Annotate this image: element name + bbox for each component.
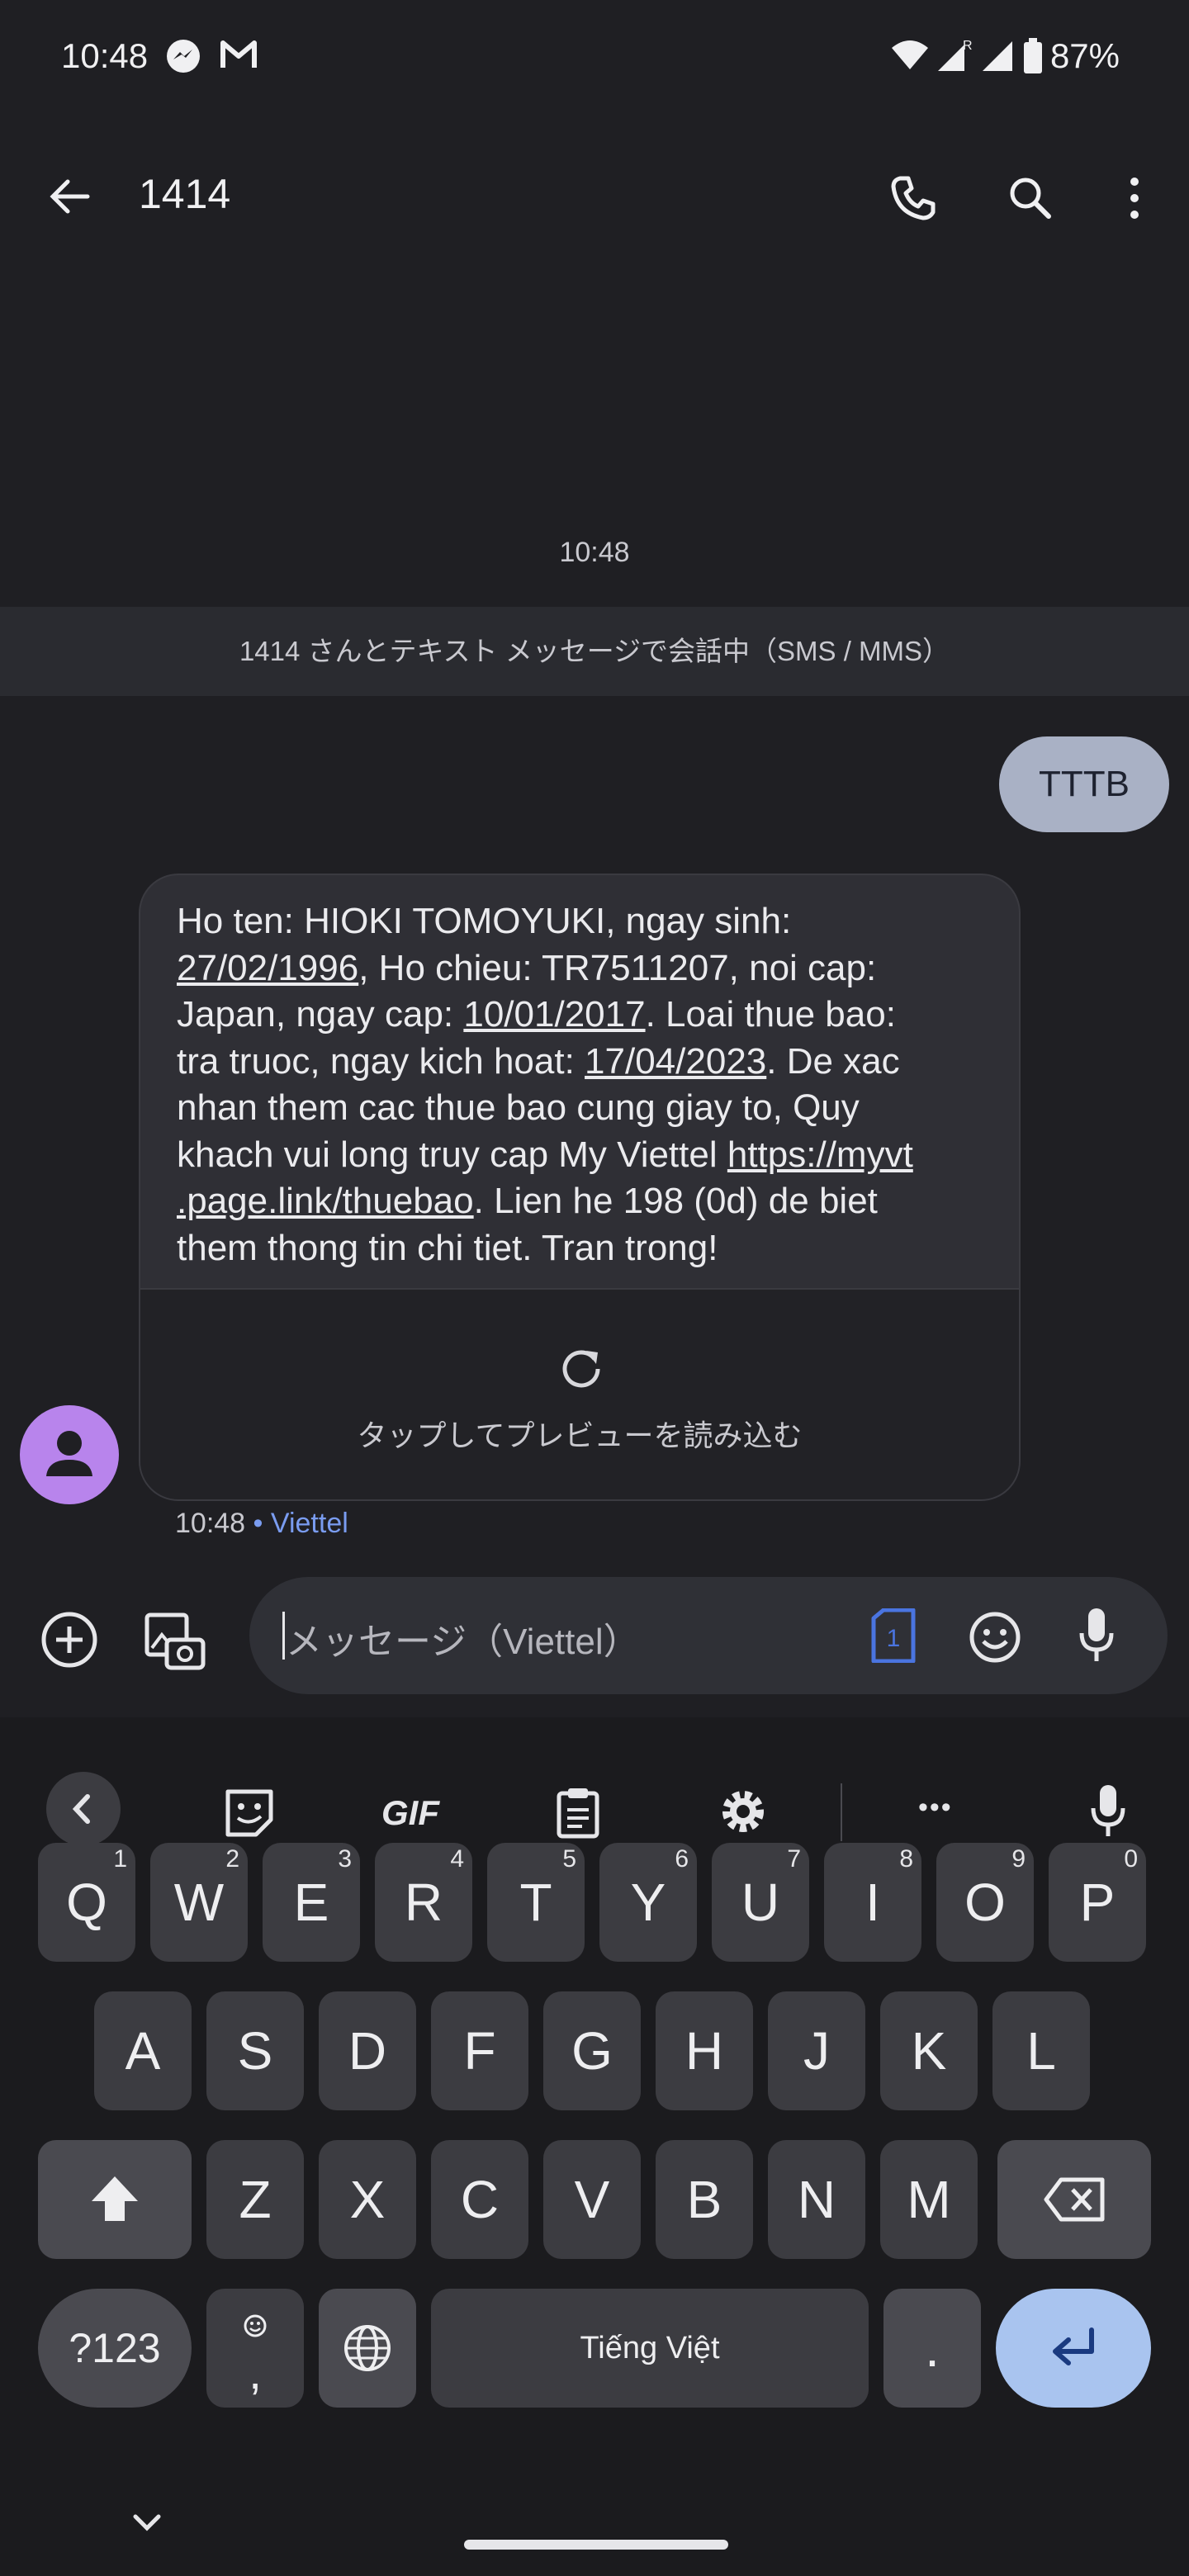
- more-toolbar-button[interactable]: •••: [918, 1792, 953, 1824]
- key-r[interactable]: R4: [375, 1843, 472, 1962]
- status-time: 10:48: [61, 36, 149, 75]
- sim-selector-icon[interactable]: 1: [870, 1608, 917, 1663]
- battery-icon: [1024, 38, 1042, 73]
- period-key[interactable]: .: [883, 2289, 981, 2408]
- key-l[interactable]: L: [992, 1991, 1090, 2110]
- key-c[interactable]: C: [431, 2140, 528, 2259]
- shift-arrow-icon: [92, 2176, 138, 2221]
- key-w[interactable]: W2: [150, 1843, 248, 1962]
- key-h[interactable]: H: [656, 1991, 753, 2110]
- status-bar: 10:48 R 87%: [0, 0, 1189, 116]
- incoming-message-text: Ho ten: HIOKI TOMOYUKI, ngay sinh: 27/02…: [177, 901, 913, 1268]
- message-carrier: Viettel: [270, 1508, 348, 1539]
- link-preview-loader[interactable]: タップしてプレビューを読み込む: [140, 1288, 1019, 1499]
- gmail-icon: [220, 40, 257, 68]
- key-y[interactable]: Y6: [599, 1843, 697, 1962]
- sms-mode-banner-text: 1414 さんとテキスト メッセージで会話中（SMS / MMS）: [239, 636, 950, 666]
- key-g[interactable]: G: [543, 1991, 641, 2110]
- key-s[interactable]: S: [206, 1991, 304, 2110]
- text-caret: [282, 1612, 285, 1660]
- message-placeholder: メッセージ（Viettel）: [286, 1622, 640, 1662]
- key-j[interactable]: J: [768, 1991, 865, 2110]
- message-metadata: 10:48 • Viettel: [175, 1508, 348, 1539]
- search-icon[interactable]: [1006, 173, 1055, 223]
- key-x[interactable]: X: [319, 2140, 416, 2259]
- key-u[interactable]: U7: [712, 1843, 809, 1962]
- collapse-toolbar-button[interactable]: [46, 1772, 121, 1846]
- settings-gear-icon[interactable]: [717, 1785, 770, 1838]
- messenger-icon: [167, 40, 200, 73]
- refresh-icon: [562, 1350, 600, 1388]
- key-p[interactable]: P0: [1049, 1843, 1146, 1962]
- language-key[interactable]: [319, 2289, 416, 2408]
- key-e[interactable]: E3: [263, 1843, 360, 1962]
- wifi-icon: [892, 40, 928, 69]
- signal-roaming-icon: R: [938, 39, 973, 71]
- key-b[interactable]: B: [656, 2140, 753, 2259]
- enter-arrow-icon: [1053, 2327, 1094, 2365]
- emoji-comma-key[interactable]: ,: [206, 2289, 304, 2408]
- key-o[interactable]: O9: [936, 1843, 1034, 1962]
- emoji-icon[interactable]: [968, 1610, 1022, 1664]
- date-link[interactable]: 17/04/2023: [585, 1041, 766, 1082]
- chevron-left-icon: [72, 1794, 90, 1824]
- keyboard: GIF ••• Q1 W2 E3 R4 T5 Y6 U7 I8 O9 P0 A …: [0, 1717, 1189, 2576]
- keyboard-voice-icon[interactable]: [1090, 1783, 1126, 1841]
- conversation-timestamp: 10:48: [559, 537, 630, 568]
- sms-mode-banner: 1414 さんとテキスト メッセージで会話中（SMS / MMS）: [0, 607, 1189, 696]
- gesture-nav-handle[interactable]: [464, 2540, 728, 2550]
- key-k[interactable]: K: [880, 1991, 978, 2110]
- url-link[interactable]: https://myvt: [727, 1134, 913, 1175]
- key-n[interactable]: N: [768, 2140, 865, 2259]
- enter-key[interactable]: [996, 2289, 1151, 2408]
- incoming-message-bubble[interactable]: Ho ten: HIOKI TOMOYUKI, ngay sinh: 27/02…: [139, 874, 1021, 1501]
- outgoing-message-bubble[interactable]: TTTB: [999, 736, 1169, 832]
- hide-keyboard-chevron-icon[interactable]: [129, 2510, 165, 2535]
- gif-button[interactable]: GIF: [381, 1793, 439, 1833]
- battery-percent: 87%: [1049, 36, 1120, 75]
- key-m[interactable]: M: [880, 2140, 978, 2259]
- sticker-icon[interactable]: [223, 1787, 276, 1840]
- symbols-key[interactable]: ?123: [38, 2289, 192, 2408]
- key-v[interactable]: V: [543, 2140, 641, 2259]
- space-key[interactable]: Tiếng Việt: [431, 2289, 869, 2408]
- key-z[interactable]: Z: [206, 2140, 304, 2259]
- voice-input-icon[interactable]: [1078, 1607, 1115, 1666]
- key-q[interactable]: Q1: [38, 1843, 135, 1962]
- key-f[interactable]: F: [431, 1991, 528, 2110]
- preview-label: タップしてプレビューを読み込む: [357, 1418, 803, 1452]
- back-arrow-icon[interactable]: [46, 173, 92, 220]
- avatar[interactable]: [20, 1405, 119, 1504]
- backspace-key[interactable]: [997, 2140, 1151, 2259]
- date-link[interactable]: 10/01/2017: [463, 994, 645, 1035]
- key-i[interactable]: I8: [824, 1843, 921, 1962]
- key-a[interactable]: A: [94, 1991, 192, 2110]
- signal-icon: [983, 41, 1012, 71]
- url-link[interactable]: .page.link/thuebao: [177, 1181, 474, 1221]
- gallery-camera-icon[interactable]: [142, 1608, 206, 1671]
- conversation-title: 1414: [139, 171, 231, 217]
- more-options-icon[interactable]: [1125, 173, 1144, 223]
- shift-key[interactable]: [38, 2140, 192, 2259]
- clipboard-icon[interactable]: [555, 1785, 601, 1840]
- backspace-icon: [1044, 2177, 1105, 2222]
- date-link[interactable]: 27/02/1996: [177, 948, 358, 988]
- toolbar-divider: [841, 1783, 842, 1841]
- person-icon: [46, 1431, 92, 1476]
- message-time: 10:48: [175, 1508, 246, 1539]
- app-bar: 1414: [0, 132, 1189, 264]
- key-d[interactable]: D: [319, 1991, 416, 2110]
- globe-icon: [344, 2325, 391, 2371]
- key-t[interactable]: T5: [487, 1843, 585, 1962]
- svg-text:1: 1: [887, 1625, 901, 1652]
- phone-call-icon[interactable]: [888, 173, 938, 223]
- add-attachment-icon[interactable]: [40, 1610, 99, 1669]
- svg-text:R: R: [963, 39, 973, 53]
